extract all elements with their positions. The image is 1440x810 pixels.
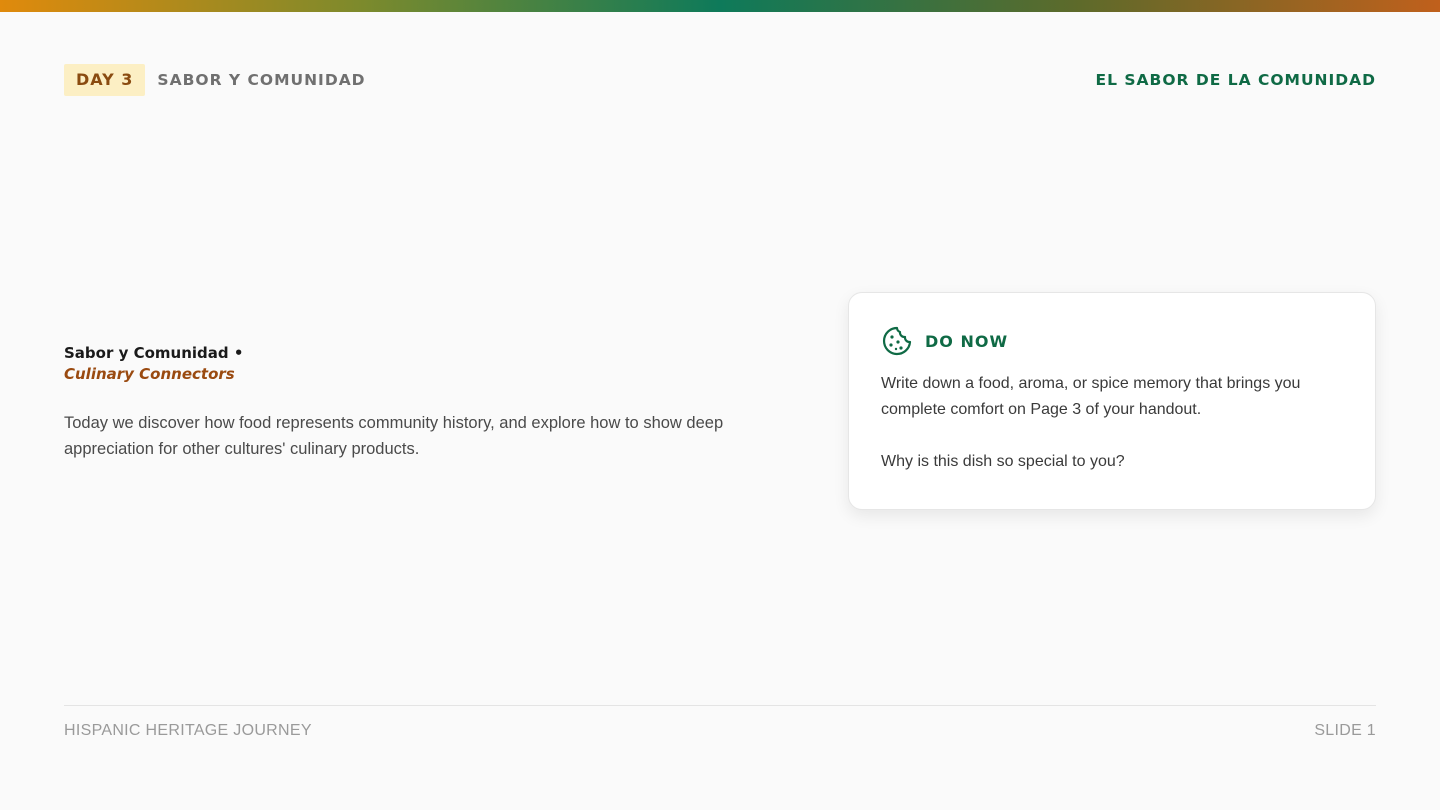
slide-title: Sabor y Comunidad • <box>64 344 244 362</box>
card-question: Why is this dish so special to you? <box>881 453 1125 470</box>
gradient-top-bar <box>0 0 1440 12</box>
header-left: DAY 3 SABOR Y COMUNIDAD <box>64 64 366 96</box>
slide-header: DAY 3 SABOR Y COMUNIDAD EL SABOR DE LA C… <box>64 64 1376 96</box>
footer-divider <box>64 705 1376 706</box>
card-title: DO NOW <box>925 331 1009 351</box>
card-instructions: Write down a food, aroma, or spice memor… <box>881 375 1301 418</box>
slide-subtitle: Culinary Connectors <box>64 365 235 383</box>
section-label: SABOR Y COMUNIDAD <box>157 71 366 89</box>
card-header: DO NOW <box>881 325 1343 357</box>
lede-paragraph: Today we discover how food represents co… <box>64 414 724 458</box>
slide: DAY 3 SABOR Y COMUNIDAD EL SABOR DE LA C… <box>0 0 1440 810</box>
footer-course-title: HISPANIC HERITAGE JOURNEY <box>64 722 312 739</box>
slide-footer: HISPANIC HERITAGE JOURNEY SLIDE 1 <box>64 722 1376 740</box>
intro-column: Sabor y Comunidad • Culinary Connectors … <box>64 342 784 462</box>
day-badge: DAY 3 <box>64 64 146 96</box>
brand-label: EL SABOR DE LA COMUNIDAD <box>1095 71 1376 89</box>
cookie-icon <box>881 325 913 357</box>
slide-number: SLIDE 1 <box>1314 722 1376 739</box>
do-now-card: DO NOW Write down a food, aroma, or spic… <box>848 292 1376 510</box>
